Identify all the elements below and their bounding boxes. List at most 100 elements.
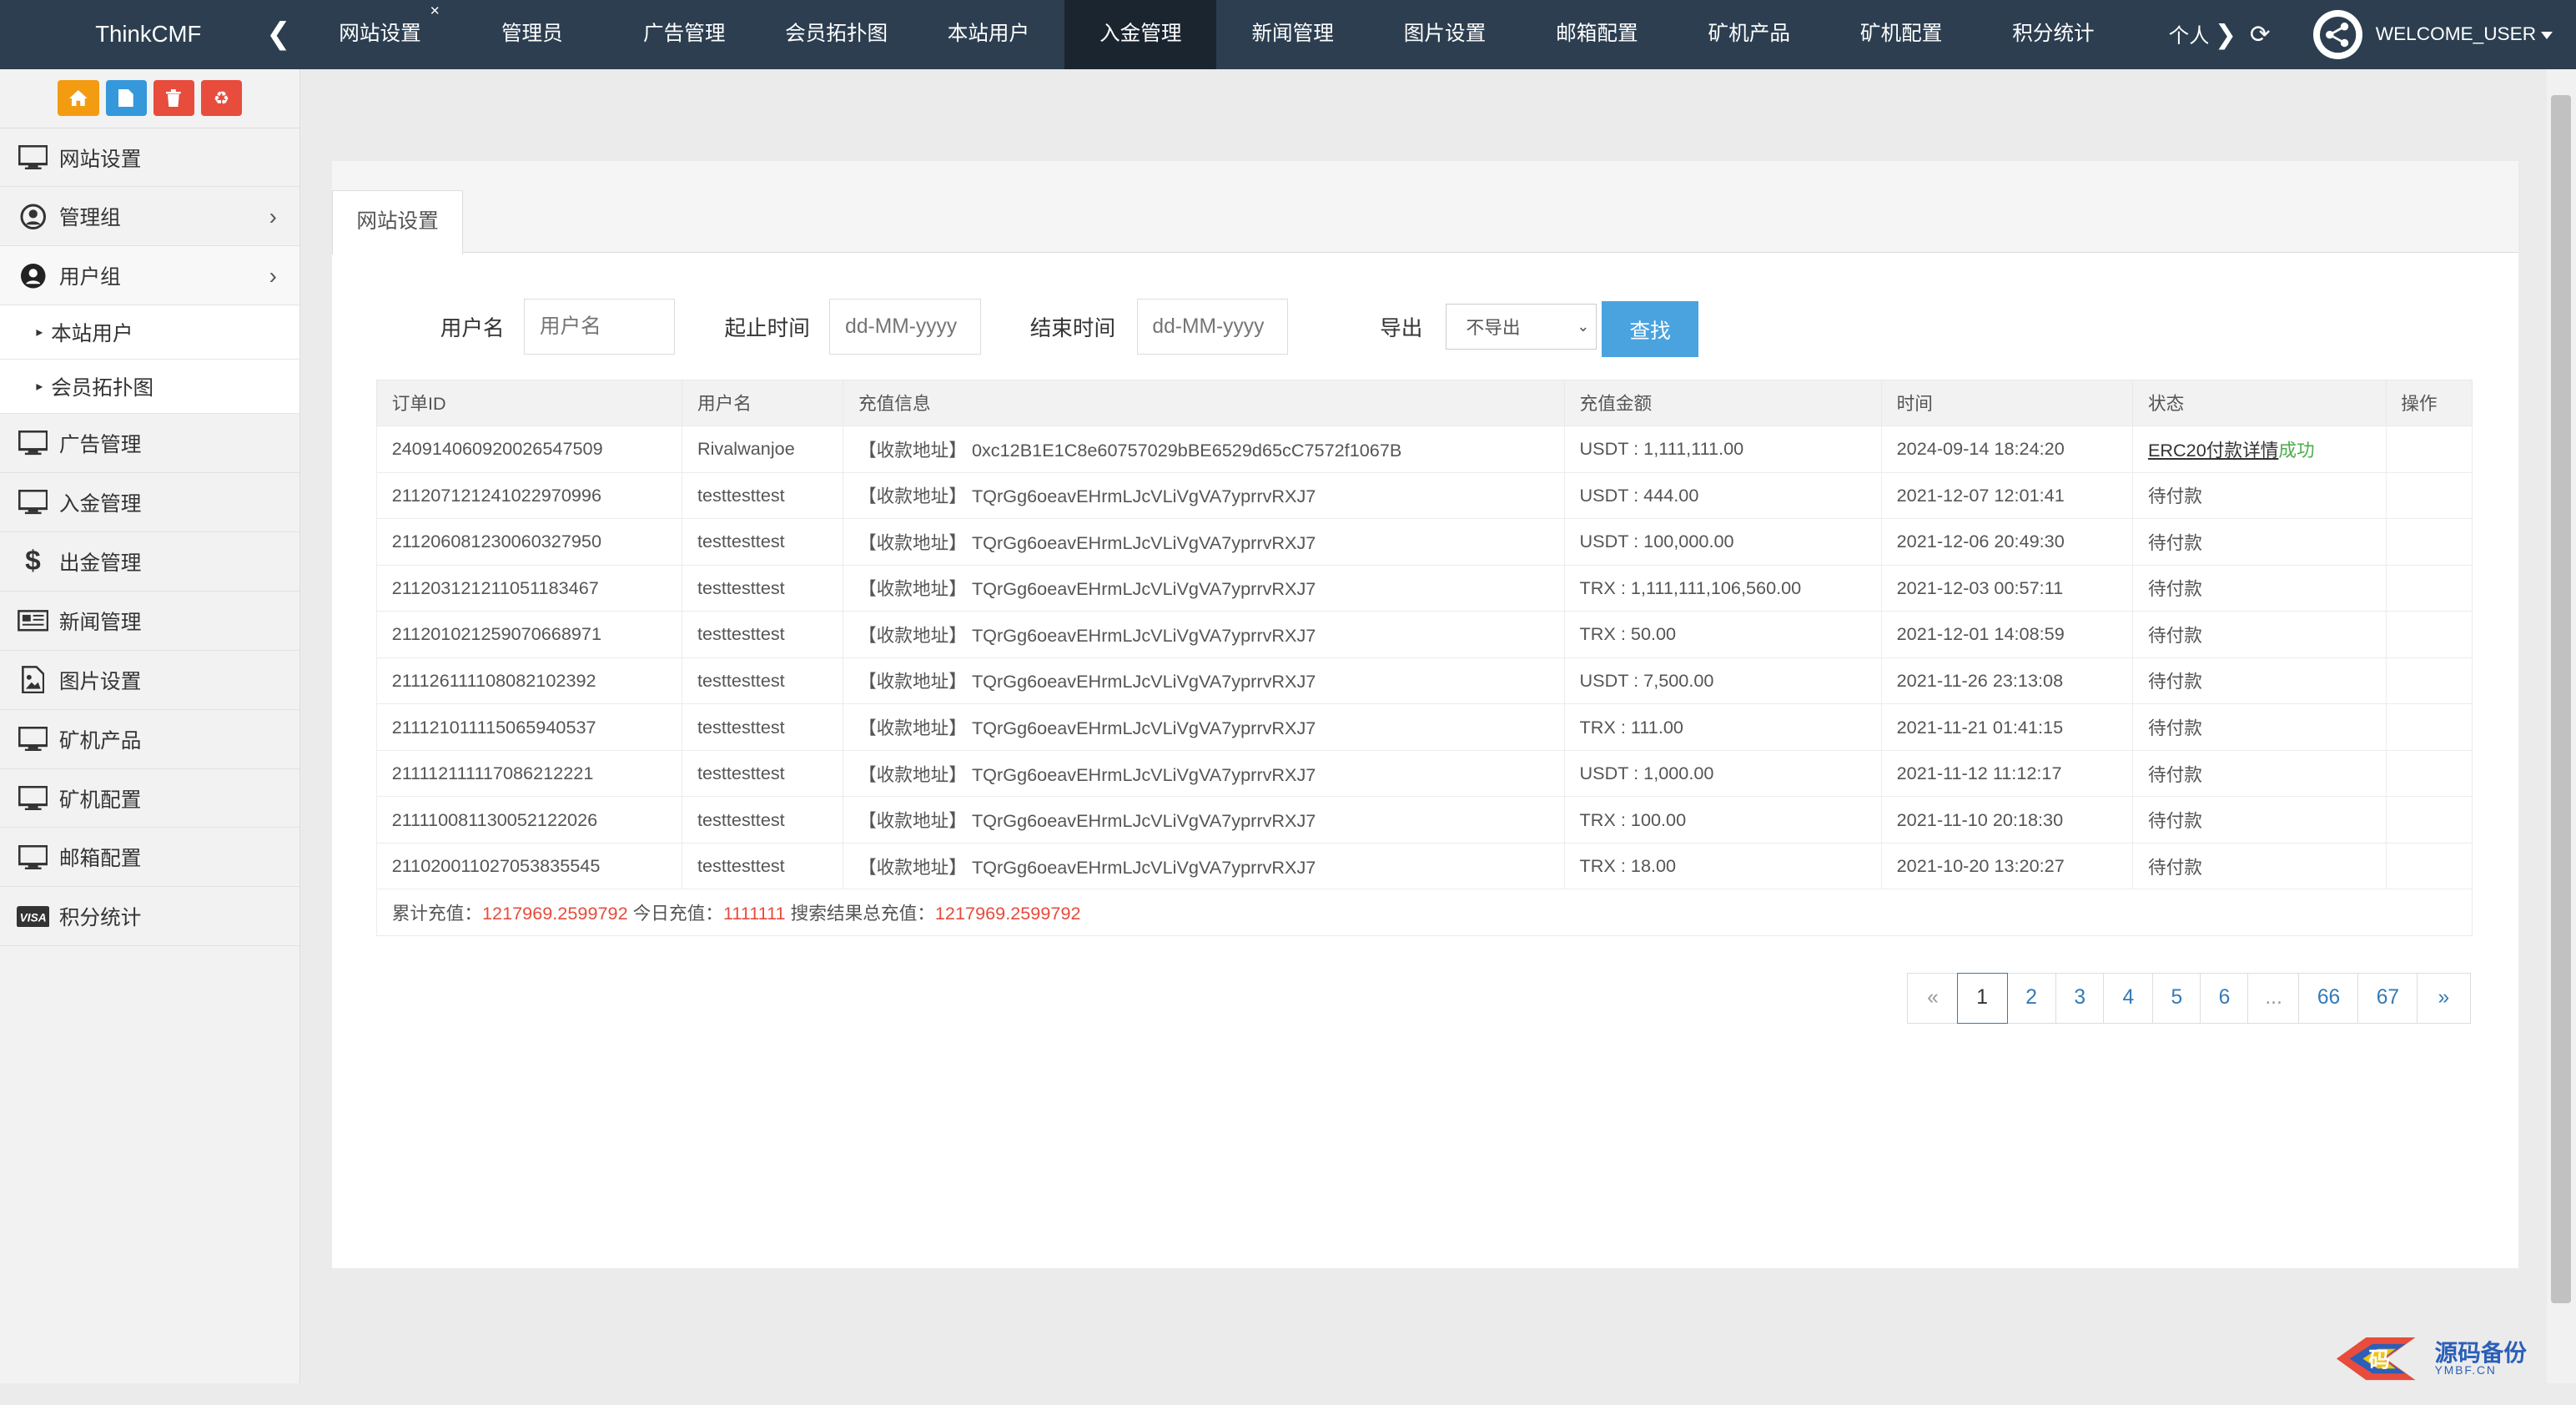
sidebar-subitem-label: 本站用户: [51, 323, 133, 346]
refresh-icon[interactable]: ⟳: [2250, 20, 2271, 49]
home-icon[interactable]: [58, 79, 99, 117]
watermark-emblem: 码: [2333, 1334, 2418, 1383]
recharge-info: 【收款地址】 0xc12B1E1C8e60757029bBE6529d65cC7…: [843, 426, 1565, 473]
table-row: 211110081130052122026 testtesttest 【收款地址…: [375, 796, 2473, 844]
tab-miner-products[interactable]: 矿机产品: [1673, 0, 1825, 69]
today-recharge-value: 1111111: [722, 902, 786, 924]
sidebar-item-withdraw[interactable]: $ 出金管理: [0, 532, 300, 592]
nav-tabs: 网站设置 × 管理员 广告管理 会员拓扑图 本站用户 入金管理 新闻管理 图片设…: [304, 0, 2129, 69]
nav-right-controls: 个人 ❯ ⟳: [2169, 0, 2271, 69]
sidebar-item-label: 矿机产品: [58, 729, 142, 753]
sidebar-item-ads[interactable]: 广告管理: [0, 414, 300, 474]
tab-admins[interactable]: 管理员: [456, 0, 608, 69]
page-4[interactable]: 4: [2102, 972, 2154, 1024]
order-id: 240914060920026547509: [375, 426, 683, 473]
sidebar-toggle-icon[interactable]: ❮: [266, 17, 291, 51]
time: 2021-11-26 23:13:08: [1880, 657, 2134, 705]
time: 2021-12-01 14:08:59: [1880, 611, 2134, 658]
tab-site-settings[interactable]: 网站设置 ×: [304, 0, 455, 69]
page-6[interactable]: 6: [2199, 972, 2250, 1024]
page-1[interactable]: 1: [1956, 972, 2008, 1024]
order-id: 211203121211051183467: [375, 564, 683, 612]
username: testtesttest: [682, 564, 844, 612]
page-66[interactable]: 66: [2298, 972, 2359, 1024]
tab-site-users[interactable]: 本站用户: [913, 0, 1064, 69]
sidebar-item-miner-products[interactable]: 矿机产品: [0, 710, 300, 769]
close-icon[interactable]: ×: [430, 0, 440, 46]
visa-icon: VISA: [16, 904, 50, 930]
sidebar-item-label: 网站设置: [58, 148, 142, 171]
tab-overflow[interactable]: 个人: [2169, 19, 2208, 49]
panel-tab-bar: 网站设置: [331, 160, 2519, 255]
recharge-info: 【收款地址】 TQrGg6oeavEHrmLJcVLiVgVA7yprrvRXJ…: [843, 471, 1565, 520]
status: 待付款: [2132, 842, 2387, 890]
user-menu[interactable]: WELCOME_USER: [2312, 9, 2553, 59]
tab-member-topology[interactable]: 会员拓扑图: [760, 0, 912, 69]
monitor-icon: [17, 785, 49, 812]
sidebar-item-user-group[interactable]: 用户组 ›: [0, 246, 300, 306]
tab-image-settings[interactable]: 图片设置: [1369, 0, 1521, 69]
sidebar-item-admin-group[interactable]: 管理组 ›: [0, 187, 300, 247]
tab-deposit-management[interactable]: 入金管理: [1064, 0, 1217, 69]
dollar-icon: $: [25, 545, 41, 577]
search-form: 用户名 起止时间 结束时间 导出 不导出 ⌄ 查找: [440, 299, 1699, 358]
tab-points-stats[interactable]: 积分统计: [1977, 0, 2129, 69]
time: 2021-10-20 13:20:27: [1880, 842, 2134, 890]
export-label: 导出: [1380, 317, 1423, 341]
col-username: 用户名: [682, 379, 844, 427]
sidebar-item-label: 邮箱配置: [58, 848, 142, 871]
page-prev[interactable]: «: [1907, 972, 1959, 1024]
sidebar-subitem-site-users[interactable]: ▸ 本站用户: [0, 305, 300, 360]
username: testtesttest: [682, 518, 844, 566]
sidebar-item-deposit[interactable]: 入金管理: [0, 473, 300, 533]
status: 待付款: [2132, 564, 2387, 612]
amount: TRX : 1,111,111,106,560.00: [1563, 564, 1882, 612]
time: 2021-11-12 11:12:17: [1880, 749, 2134, 798]
recycle-icon[interactable]: ♻: [200, 79, 242, 117]
start-date-input[interactable]: [829, 299, 981, 355]
status: 待付款: [2132, 749, 2387, 798]
tab-mail-config[interactable]: 邮箱配置: [1521, 0, 1673, 69]
sidebar-item-points-stats[interactable]: VISA 积分统计: [0, 887, 300, 947]
export-select[interactable]: 不导出 ⌄: [1445, 304, 1597, 350]
search-total-label: 搜索结果总充值：: [785, 902, 935, 924]
sidebar-item-news[interactable]: 新闻管理: [0, 592, 300, 651]
order-id: 211121011115065940537: [375, 703, 683, 751]
page-67[interactable]: 67: [2357, 972, 2418, 1024]
recharge-info: 【收款地址】 TQrGg6oeavEHrmLJcVLiVgVA7yprrvRXJ…: [843, 842, 1565, 890]
page-5[interactable]: 5: [2151, 972, 2201, 1024]
newspaper-icon: [17, 607, 49, 634]
chevron-right-icon[interactable]: ❯: [2215, 19, 2236, 50]
monitor-icon: [17, 144, 49, 171]
username-input[interactable]: [524, 299, 676, 355]
caret-right-icon: ▸: [36, 325, 43, 340]
sidebar-item-miner-config[interactable]: 矿机配置: [0, 769, 300, 828]
page-2[interactable]: 2: [2005, 972, 2057, 1024]
actions: [2385, 471, 2473, 520]
sidebar-subitem-member-topology[interactable]: ▸ 会员拓扑图: [0, 360, 300, 415]
export-select-value: 不导出: [1466, 317, 1521, 339]
sidebar-item-site-settings[interactable]: 网站设置: [0, 128, 300, 188]
actions: [2385, 426, 2473, 473]
actions: [2385, 842, 2473, 890]
tab-ads[interactable]: 广告管理: [608, 0, 760, 69]
order-id: 211112111117086212221: [375, 749, 683, 798]
tab-miner-config[interactable]: 矿机配置: [1825, 0, 1977, 69]
brand-logo[interactable]: ThinkCMF: [0, 21, 300, 48]
col-actions: 操作: [2385, 379, 2473, 427]
end-date-input[interactable]: [1136, 299, 1288, 355]
page-3[interactable]: 3: [2055, 972, 2105, 1024]
sidebar-item-label: 管理组: [58, 207, 121, 230]
tab-news[interactable]: 新闻管理: [1216, 0, 1368, 69]
panel-tab-site-settings[interactable]: 网站设置: [331, 190, 464, 255]
top-navbar: ThinkCMF ❮ 网站设置 × 管理员 广告管理 会员拓扑图 本站用户 入金…: [0, 0, 2576, 69]
scrollbar-thumb[interactable]: [2551, 95, 2572, 1303]
document-icon[interactable]: [105, 79, 147, 117]
sidebar-item-image-settings[interactable]: 图片设置: [0, 651, 300, 710]
sidebar-item-mail-config[interactable]: 邮箱配置: [0, 828, 300, 888]
payment-detail-link[interactable]: ERC20付款详情: [2148, 440, 2278, 461]
status: 待付款: [2132, 518, 2387, 566]
trash-icon[interactable]: [153, 79, 194, 117]
search-button[interactable]: 查找: [1601, 301, 1699, 358]
page-next[interactable]: »: [2416, 972, 2471, 1024]
